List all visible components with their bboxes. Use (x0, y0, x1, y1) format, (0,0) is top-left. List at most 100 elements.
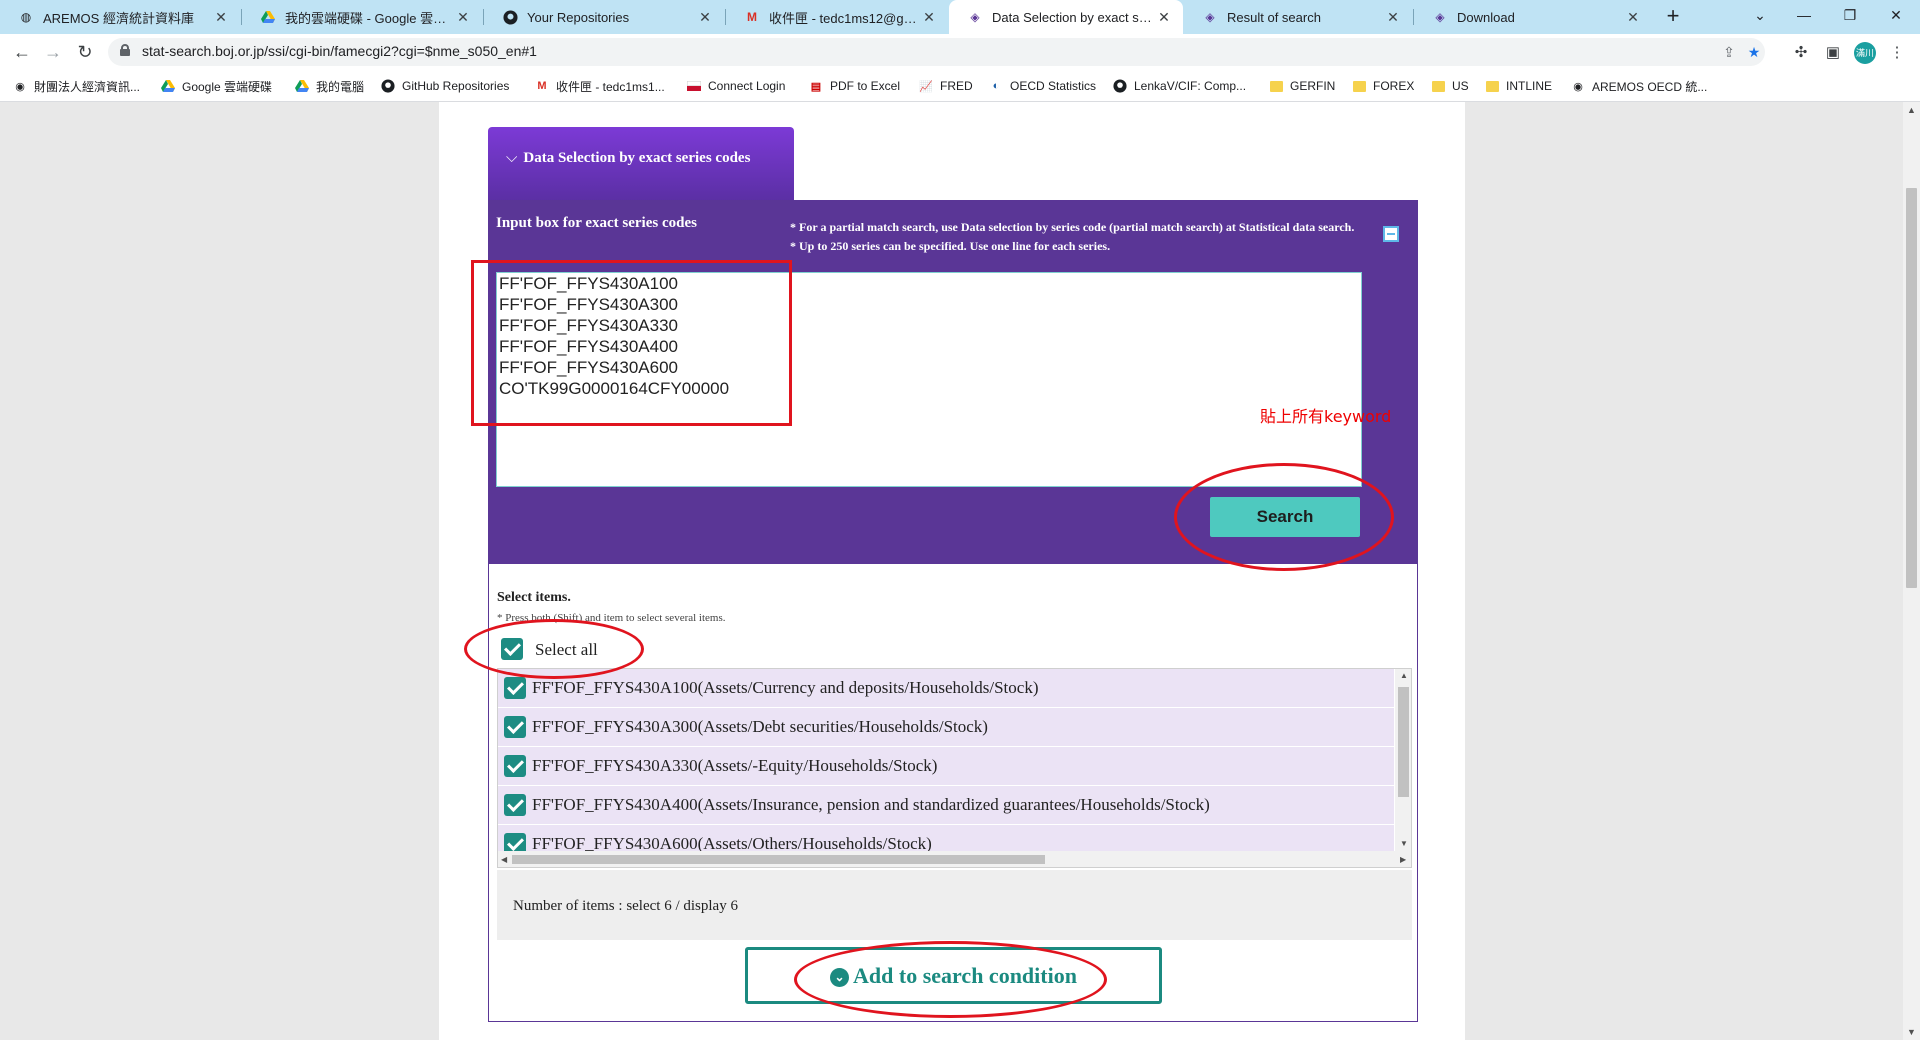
scroll-thumb[interactable] (1398, 687, 1409, 797)
bookmark-item[interactable]: M 收件匣 - tedc1ms1... (534, 76, 664, 96)
close-icon[interactable]: ✕ (454, 9, 472, 26)
browser-tab-active[interactable]: ◈ Data Selection by exact series ✕ (949, 0, 1183, 34)
section-tab[interactable]: ⌵ Data Selection by exact series codes (488, 127, 794, 202)
bookmark-folder[interactable]: INTLINE (1484, 76, 1552, 96)
bookmark-item[interactable]: LenkaV/CIF: Comp... (1112, 76, 1246, 96)
extensions-puzzle-icon[interactable]: ✣ (1790, 42, 1812, 64)
bookmark-label: FOREX (1373, 79, 1415, 93)
list-item[interactable]: FF'FOF_FFYS430A330(Assets/-Equity/Househ… (498, 747, 1394, 786)
oecd-icon: ◐ (992, 80, 1000, 92)
tab-title: Data Selection by exact series (992, 9, 1155, 25)
list-item[interactable]: FF'FOF_FFYS430A300(Assets/Debt securitie… (498, 708, 1394, 747)
gmail-icon: M (537, 80, 547, 92)
item-label: FF'FOF_FFYS430A100(Assets/Currency and d… (532, 678, 1039, 697)
profile-avatar[interactable]: 滿川 (1854, 42, 1876, 64)
item-checkbox[interactable] (504, 716, 526, 738)
bookmark-label: OECD Statistics (1010, 79, 1097, 93)
address-bar[interactable]: stat-search.boj.or.jp/ssi/cgi-bin/famecg… (108, 38, 1765, 66)
bookmark-label: Connect Login (708, 79, 786, 93)
browser-tab[interactable]: ◈ Result of search ✕ (1184, 0, 1412, 34)
close-icon[interactable]: ✕ (1155, 9, 1173, 26)
scroll-thumb[interactable] (512, 855, 1045, 864)
limit-note: * Up to 250 series can be specified. Use… (790, 239, 1111, 253)
scroll-up-icon[interactable]: ▲ (1903, 105, 1920, 115)
close-window-icon[interactable]: ✕ (1874, 0, 1918, 30)
minimize-icon[interactable]: — (1782, 0, 1826, 30)
forward-arrow-icon[interactable]: → (40, 39, 66, 65)
google-drive-icon (260, 9, 276, 25)
browser-tab[interactable]: 我的雲端硬碟 - Google 雲端硬碟 ✕ (242, 0, 482, 34)
bookmark-item[interactable]: GitHub Repositories (380, 76, 509, 96)
page-scrollbar[interactable]: ▲ ▼ (1903, 102, 1920, 1040)
bookmark-item[interactable]: 我的電腦 (294, 76, 364, 96)
bookmark-item[interactable]: Google 雲端硬碟 (160, 76, 272, 96)
item-checkbox[interactable] (504, 794, 526, 816)
pdf-icon: ▤ (810, 80, 822, 93)
item-checkbox[interactable] (504, 677, 526, 699)
collapse-icon[interactable] (1383, 226, 1399, 242)
boj-icon: ◈ (1435, 10, 1445, 24)
annotation-ellipse-add (794, 941, 1107, 1018)
bookmark-item[interactable]: Connect Login (686, 76, 785, 96)
scroll-left-icon[interactable]: ◀ (501, 855, 507, 864)
folder-icon (1268, 78, 1284, 94)
bookmark-folder[interactable]: US (1430, 76, 1469, 96)
bookmark-star-icon[interactable]: ★ (1744, 42, 1764, 62)
folder-icon (1484, 78, 1500, 94)
google-drive-icon (160, 78, 176, 94)
bookmarks-bar: ◉ 財團法人經濟資訊... Google 雲端硬碟 我的電腦 GitHub Rep… (0, 70, 1920, 102)
scroll-down-icon[interactable]: ▼ (1903, 1027, 1920, 1037)
chart-icon: 📈 (919, 80, 933, 93)
share-icon[interactable]: ⇪ (1719, 42, 1739, 62)
globe-icon: ◍ (20, 10, 32, 24)
side-panel-icon[interactable]: ▣ (1822, 42, 1844, 64)
browser-tab[interactable]: ◍ AREMOS 經濟統計資料庫 ✕ (0, 0, 240, 34)
annotation-ellipse-select-all (464, 619, 644, 679)
bookmark-item[interactable]: ▤ PDF to Excel (808, 76, 900, 96)
back-arrow-icon[interactable]: ← (9, 39, 35, 65)
bookmark-label: US (1452, 79, 1469, 93)
bookmark-item[interactable]: 📈 FRED (918, 76, 973, 96)
annotation-hint-text: 貼上所有keyword (1260, 407, 1392, 426)
browser-tab[interactable]: ◈ Download ✕ (1414, 0, 1652, 34)
item-checkbox[interactable] (504, 755, 526, 777)
chevron-down-icon: ⌵ (506, 150, 518, 166)
bookmark-label: GitHub Repositories (402, 79, 510, 93)
new-tab-button[interactable]: + (1660, 4, 1686, 30)
restore-icon[interactable]: ❐ (1828, 0, 1872, 30)
close-icon[interactable]: ✕ (212, 9, 230, 26)
bookmark-folder[interactable]: FOREX (1351, 76, 1414, 96)
close-icon[interactable]: ✕ (696, 9, 714, 26)
close-icon[interactable]: ✕ (1624, 9, 1642, 26)
bookmark-item[interactable]: ◐ OECD Statistics (988, 76, 1096, 96)
item-label: FF'FOF_FFYS430A300(Assets/Debt securitie… (532, 717, 988, 736)
bookmark-label: INTLINE (1506, 79, 1553, 93)
scroll-thumb[interactable] (1906, 188, 1917, 588)
bookmark-label: GERFIN (1290, 79, 1336, 93)
bookmark-item[interactable]: ◉ AREMOS OECD 統... (1570, 76, 1707, 96)
close-icon[interactable]: ✕ (1384, 9, 1402, 26)
list-item[interactable]: FF'FOF_FFYS430A100(Assets/Currency and d… (498, 669, 1394, 708)
list-horizontal-scrollbar[interactable]: ◀ ▶ (498, 851, 1411, 867)
bookmark-label: AREMOS OECD 統... (1592, 79, 1708, 94)
bookmark-label: FRED (940, 79, 973, 93)
browser-tab[interactable]: Your Repositories ✕ (484, 0, 724, 34)
tab-strip: ◍ AREMOS 經濟統計資料庫 ✕ 我的雲端硬碟 - Google 雲端硬碟 … (0, 0, 1920, 34)
bookmark-folder[interactable]: GERFIN (1268, 76, 1335, 96)
select-items-title: Select items. (497, 590, 571, 605)
bookmark-item[interactable]: ◉ 財團法人經濟資訊... (12, 76, 140, 96)
list-vertical-scrollbar[interactable]: ▲ ▼ (1395, 669, 1411, 851)
list-item[interactable]: FF'FOF_FFYS430A400(Assets/Insurance, pen… (498, 786, 1394, 825)
scroll-up-icon[interactable]: ▲ (1400, 671, 1408, 680)
reload-icon[interactable]: ↻ (72, 39, 98, 65)
boj-icon: ◈ (970, 10, 980, 24)
close-icon[interactable]: ✕ (920, 9, 938, 26)
scroll-down-icon[interactable]: ▼ (1400, 839, 1408, 848)
menu-kebab-icon[interactable]: ⋮ (1886, 42, 1908, 64)
bookmark-label: Google 雲端硬碟 (182, 79, 273, 94)
partial-match-note: * For a partial match search, use Data s… (790, 220, 1355, 234)
tab-search-icon[interactable]: ⌄ (1738, 0, 1782, 30)
browser-tab[interactable]: M 收件匣 - tedc1ms12@gmail.com ✕ (726, 0, 948, 34)
bookmark-label: 我的電腦 (316, 79, 365, 94)
scroll-right-icon[interactable]: ▶ (1400, 855, 1406, 864)
